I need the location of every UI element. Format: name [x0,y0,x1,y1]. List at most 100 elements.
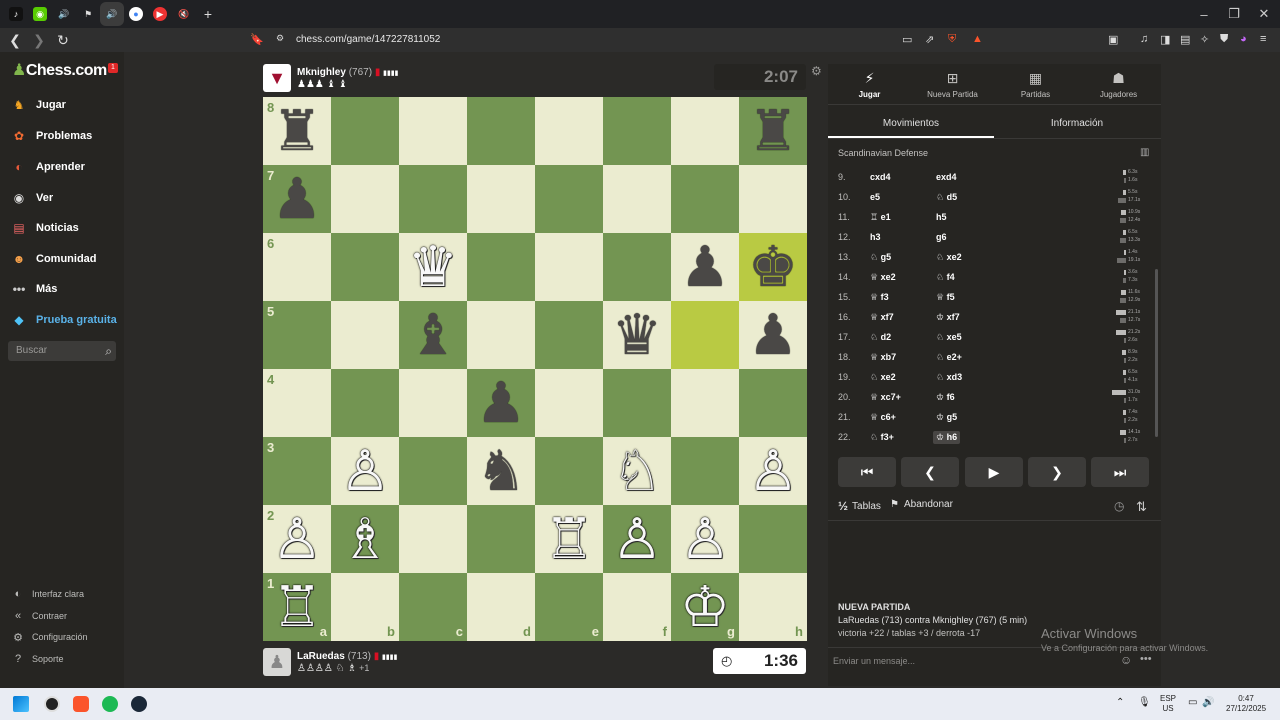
mic-icon[interactable]: 🎙 [1138,697,1151,708]
piece-f5[interactable]: ♛ [603,301,671,369]
square-d7[interactable] [467,165,535,233]
square-d5[interactable] [467,301,535,369]
white-move[interactable]: ♖ e1 [870,212,891,223]
tab-jugar[interactable]: ⚡ Jugar [828,64,911,104]
sidebar-item-ver[interactable]: ◉ Ver [10,187,53,209]
square-e8[interactable] [535,97,603,165]
url-field[interactable]: chess.com/game/147227811052 [296,34,440,45]
next-move-button[interactable]: ❯ [1028,457,1086,487]
white-move[interactable]: ♕ f3 [870,292,889,303]
white-move[interactable]: ♘ f3+ [870,432,894,443]
book-icon[interactable]: ▥ [1140,147,1149,158]
black-move[interactable]: ♘ e2+ [936,352,962,363]
draw-button[interactable]: ½ Tablas [838,499,881,513]
tab-active-audio[interactable]: 🔊 [100,2,124,26]
square-b6[interactable] [331,233,399,301]
piece-b2[interactable]: ♗ [331,505,399,573]
maximize-button[interactable]: ❐ [1218,0,1250,28]
piece-a2[interactable]: ♙ [263,505,331,573]
panel-icon[interactable]: ◨ [1160,33,1170,46]
new-tab-button[interactable]: + [196,2,220,26]
square-g4[interactable] [671,369,739,437]
white-move[interactable]: ♘ g5 [870,252,891,263]
square-b7[interactable] [331,165,399,233]
leo-icon[interactable]: ✧ [1200,33,1209,46]
piece-d4[interactable]: ♟ [467,369,535,437]
white-move[interactable]: h3 [870,232,881,242]
white-move[interactable]: ♕ c6+ [870,412,896,423]
chess-board[interactable]: 8 7 6 5 4 3 2 1 a b c d e f g h ♜ ♜ ♟ ♛ ♟ ♚ ♝ ♛ ♟ ♟ ♙ ♞ ♘ ♙ ♙ ♗ ♖ ♙ ♙ ♖ ♔ [263,97,807,641]
sidebar-item-mas[interactable]: ••• Más [10,278,58,300]
square-e3[interactable] [535,437,603,505]
square-d1[interactable]: d [467,573,535,641]
flip-board-icon[interactable]: ⇅ [1136,499,1147,515]
square-c1[interactable]: c [399,573,467,641]
sidebar-bottom-collapse[interactable]: « Contraer [12,610,67,622]
black-move[interactable]: ♘ xd3 [936,372,962,383]
prev-move-button[interactable]: ❮ [901,457,959,487]
chevron-up-icon[interactable]: ⌃ [1116,697,1124,708]
square-g8[interactable] [671,97,739,165]
square-h7[interactable] [739,165,807,233]
square-g5[interactable] [671,301,739,369]
square-c3[interactable] [399,437,467,505]
move-list-scrollbar[interactable] [1155,269,1158,437]
clock-tray[interactable]: 0:47 27/12/2025 [1226,694,1266,714]
white-move[interactable]: ♘ d2 [870,332,891,343]
sidebar-item-aprender[interactable]: ◐ Aprender [10,156,85,178]
minimize-button[interactable]: – [1188,0,1220,28]
tab-tiktok[interactable]: ♪ [4,2,28,26]
board-settings-icon[interactable]: ⚙ [811,64,822,78]
square-g3[interactable] [671,437,739,505]
brave-shield-icon[interactable]: ⛨ [948,33,956,46]
square-e5[interactable] [535,301,603,369]
first-move-button[interactable]: ⏮ [838,457,896,487]
resign-button[interactable]: ⚑ Abandonar [890,499,953,510]
square-f4[interactable] [603,369,671,437]
square-a6[interactable]: 6 [263,233,331,301]
chess-logo[interactable]: ♟Chess.com [12,60,107,80]
square-c7[interactable] [399,165,467,233]
white-move[interactable]: e5 [870,192,880,202]
tab-youtube[interactable]: ▶ [148,2,172,26]
bookmark-icon[interactable]: 🔖 [250,33,264,46]
search-input[interactable]: Buscar ⌕ [8,341,116,361]
subtab-movimientos[interactable]: Movimientos [828,108,994,138]
reload-button[interactable]: ↻ [52,29,74,51]
windows-start-icon[interactable] [13,696,29,712]
search-icon[interactable]: ⌕ [105,341,112,361]
piece-h6[interactable]: ♚ [739,233,807,301]
black-move[interactable]: ♔ f6 [936,392,955,403]
play-button[interactable]: ▶ [965,457,1023,487]
media-icon[interactable]: ♫ [1140,33,1148,45]
spotify-icon[interactable] [102,696,118,712]
square-e6[interactable] [535,233,603,301]
square-f6[interactable] [603,233,671,301]
tab-jugadores[interactable]: ☗ Jugadores [1077,64,1160,104]
black-move[interactable]: ♘ d5 [936,192,957,203]
black-move[interactable]: ♔ h6 [933,430,961,444]
avatar[interactable]: ▼ [263,64,291,92]
obs-icon[interactable] [44,696,60,712]
piece-g2[interactable]: ♙ [671,505,739,573]
site-info-icon[interactable]: ⚙ [276,33,284,44]
piece-h8[interactable]: ♜ [739,97,807,165]
white-move[interactable]: ♕ xe2 [870,272,896,283]
tab-muted[interactable]: 🔇 [172,2,196,26]
black-move[interactable]: ♘ xe2 [936,252,962,263]
black-move[interactable]: ♕ f5 [936,292,955,303]
square-g7[interactable] [671,165,739,233]
forward-button[interactable]: ❯ [28,29,50,51]
profile-icon[interactable]: ◕ [1240,33,1247,45]
piece-c5[interactable]: ♝ [399,301,467,369]
emoji-icon[interactable]: ☺ [1120,653,1132,667]
piece-a1[interactable]: ♖ [263,573,331,641]
brave-rewards-icon[interactable]: ▲ [972,33,983,45]
add-time-icon[interactable]: ◷ [1114,499,1124,513]
square-b8[interactable] [331,97,399,165]
tab-audio[interactable]: 🔊 [52,2,76,26]
square-e4[interactable] [535,369,603,437]
piece-h5[interactable]: ♟ [739,301,807,369]
piece-g6[interactable]: ♟ [671,233,739,301]
subtab-informacion[interactable]: Información [994,108,1160,138]
